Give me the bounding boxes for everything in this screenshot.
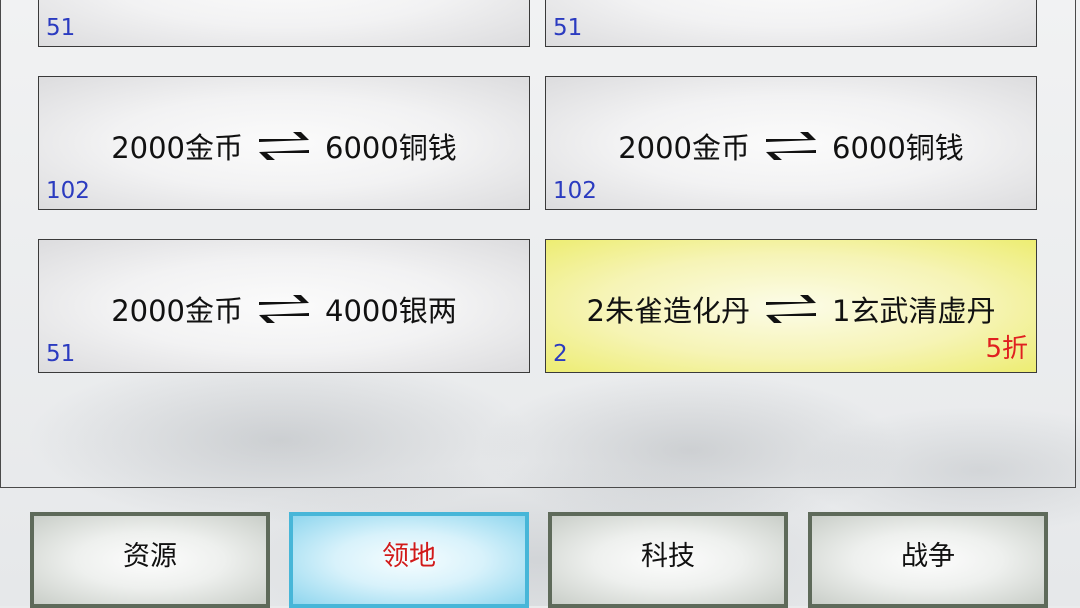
tab-territory[interactable]: 领地 (289, 512, 529, 608)
give-item: 2000金币 (111, 131, 243, 165)
trade-line: 2000金币 6000铜钱 (546, 125, 1036, 167)
discount-badge: 5折 (985, 334, 1028, 364)
trade-line: 2朱雀造化丹 1玄武清虚丹 (546, 288, 1036, 330)
tab-label: 科技 (641, 540, 695, 572)
remaining-count: 51 (46, 341, 76, 367)
exchange-card[interactable]: 51 (38, 0, 530, 47)
exchange-arrows-icon (766, 132, 816, 160)
remaining-count: 51 (46, 15, 76, 41)
exchange-card[interactable]: 2000金币 6000铜钱 102 (545, 76, 1037, 210)
get-item: 1玄武清虚丹 (832, 294, 996, 328)
get-item: 6000铜钱 (325, 131, 457, 165)
give-item: 2000金币 (111, 294, 243, 328)
tab-resources[interactable]: 资源 (30, 512, 270, 608)
exchange-panel: 51 51 2000金币 6000铜钱 102 2000金币 6000铜钱 10… (0, 0, 1076, 488)
remaining-count: 51 (553, 15, 583, 41)
remaining-count: 2 (553, 341, 568, 367)
trade-line: 2000金币 4000银两 (39, 288, 529, 330)
remaining-count: 102 (553, 178, 597, 204)
tab-technology[interactable]: 科技 (548, 512, 788, 608)
tab-war[interactable]: 战争 (808, 512, 1048, 608)
exchange-arrows-icon (766, 295, 816, 323)
give-item: 2朱雀造化丹 (586, 294, 750, 328)
exchange-card[interactable]: 2000金币 4000银两 51 (38, 239, 530, 373)
remaining-count: 102 (46, 178, 90, 204)
exchange-card-discounted[interactable]: 2朱雀造化丹 1玄武清虚丹 2 5折 (545, 239, 1037, 373)
trade-line: 2000金币 6000铜钱 (39, 125, 529, 167)
get-item: 6000铜钱 (832, 131, 964, 165)
give-item: 2000金币 (618, 131, 750, 165)
tab-label: 战争 (901, 540, 955, 572)
get-item: 4000银两 (325, 294, 457, 328)
exchange-card[interactable]: 51 (545, 0, 1037, 47)
tab-label: 领地 (382, 540, 436, 572)
exchange-arrows-icon (259, 295, 309, 323)
exchange-card[interactable]: 2000金币 6000铜钱 102 (38, 76, 530, 210)
tab-label: 资源 (123, 540, 177, 572)
exchange-arrows-icon (259, 132, 309, 160)
